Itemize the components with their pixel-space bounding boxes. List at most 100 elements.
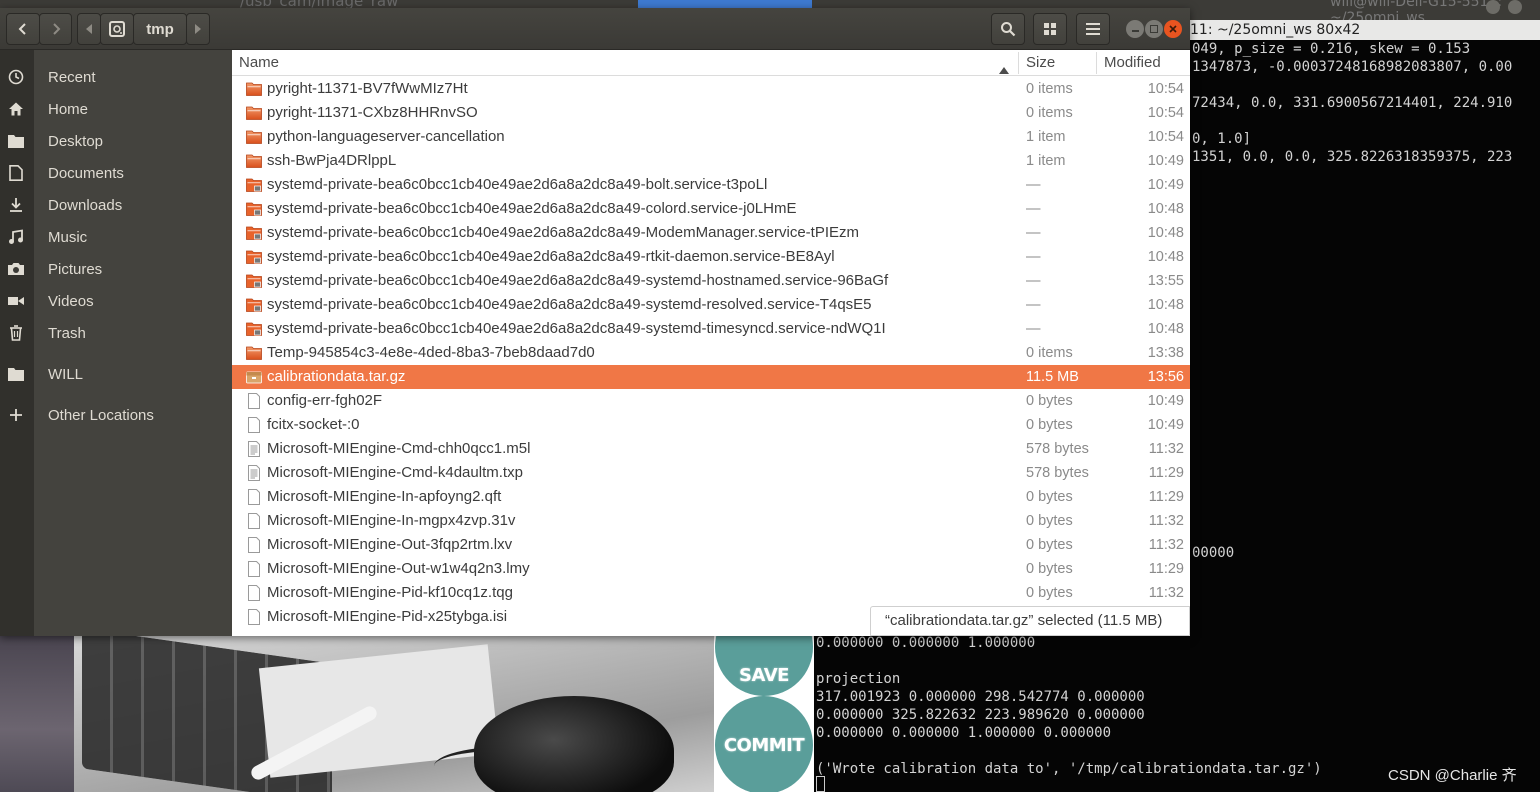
file-row[interactable]: pyright-11371-CXbz8HHRnvSO 0 items 10:54 (232, 101, 1190, 125)
file-modified: 11:29 (1148, 465, 1184, 481)
file-row[interactable]: Microsoft-MIEngine-In-mgpx4zvp.31v 0 byte… (232, 509, 1190, 533)
file-row[interactable]: pyright-11371-BV7fWwMIz7Ht 0 items 10:54 (232, 77, 1190, 101)
file-row[interactable]: systemd-private-bea6c0bcc1cb40e49ae2d6a8… (232, 269, 1190, 293)
sidebar-item-label: Home (48, 100, 89, 118)
file-modified: 10:54 (1147, 129, 1184, 145)
close-icon (1169, 23, 1177, 36)
file-row[interactable]: Microsoft-MIEngine-Out-3fqp2rtm.lxv 0 byt… (232, 533, 1190, 557)
file-row[interactable]: config-err-fgh02F 0 bytes 10:49 (232, 389, 1190, 413)
file-row[interactable]: Microsoft-MIEngine-Out-w1w4q2n3.lmy 0 byt… (232, 557, 1190, 581)
file-row[interactable]: ssh-BwPja4DRlppL 1 item 10:49 (232, 149, 1190, 173)
file-name: Microsoft-MIEngine-Pid-x25tybga.isi (267, 608, 508, 625)
folder-icon (246, 153, 262, 169)
file-modified: 11:32 (1148, 537, 1184, 553)
sidebar-item-trash[interactable]: Trash (0, 318, 232, 348)
file-row[interactable]: Temp-945854c3-4e8e-4ded-8ba3-7beb8daad7d… (232, 341, 1190, 365)
forward-button[interactable] (39, 13, 72, 45)
terminal-line: 0.000000 0.000000 1.000000 0.000000 (816, 725, 1112, 741)
file-icon (246, 513, 262, 529)
grid-icon (1044, 23, 1056, 35)
file-modified: 11:29 (1148, 561, 1184, 577)
sidebar-item-videos[interactable]: Videos (0, 286, 232, 316)
column-size-label: Size (1026, 54, 1056, 71)
file-row[interactable]: Microsoft-MIEngine-In-apfoyng2.qft 0 byte… (232, 485, 1190, 509)
back-button[interactable] (6, 13, 40, 45)
file-name: Microsoft-MIEngine-Cmd-k4daultm.txp (267, 464, 523, 481)
file-size: 578 bytes (1026, 465, 1089, 481)
sidebar-item-downloads[interactable]: Downloads (0, 190, 232, 220)
minimize-button[interactable] (1126, 20, 1144, 38)
file-row[interactable]: systemd-private-bea6c0bcc1cb40e49ae2d6a8… (232, 293, 1190, 317)
file-row[interactable]: Microsoft-MIEngine-Cmd-k4daultm.txp 578 b… (232, 461, 1190, 485)
path-scroll-right-button[interactable] (186, 13, 210, 45)
file-row-selected[interactable]: calibrationdata.tar.gz 11.5 MB 13:56 (232, 365, 1190, 389)
commit-button[interactable]: COMMIT (715, 696, 813, 792)
file-row[interactable]: python-languageserver-cancellation 1 item… (232, 125, 1190, 149)
sidebar-item-documents[interactable]: Documents (0, 158, 232, 188)
file-row[interactable]: systemd-private-bea6c0bcc1cb40e49ae2d6a8… (232, 317, 1190, 341)
folder-icon (6, 131, 26, 151)
terminal-minimize-icon[interactable] (1486, 0, 1500, 14)
text-file-icon (246, 441, 262, 457)
sidebar-item-recent[interactable]: Recent (0, 62, 232, 92)
path-root-button[interactable] (100, 13, 134, 45)
close-button[interactable] (1164, 20, 1182, 38)
locked-folder-icon (246, 297, 262, 313)
sidebar-item-label: Pictures (48, 260, 103, 278)
file-row[interactable]: systemd-private-bea6c0bcc1cb40e49ae2d6a8… (232, 245, 1190, 269)
sidebar-item-label: Downloads (48, 196, 123, 214)
file-name: systemd-private-bea6c0bcc1cb40e49ae2d6a8… (267, 248, 835, 265)
file-row[interactable]: systemd-private-bea6c0bcc1cb40e49ae2d6a8… (232, 197, 1190, 221)
sidebar-item-desktop[interactable]: Desktop (0, 126, 232, 156)
file-name: systemd-private-bea6c0bcc1cb40e49ae2d6a8… (267, 320, 886, 337)
sidebar-item-label: Music (48, 228, 88, 246)
file-row[interactable]: Microsoft-MIEngine-Cmd-chh0qcc1.m5l 578 b… (232, 437, 1190, 461)
file-name: Microsoft-MIEngine-Pid-kf10cq1z.tqg (267, 584, 513, 601)
locked-folder-icon (246, 201, 262, 217)
minimize-icon (1131, 30, 1139, 32)
locked-folder-icon (246, 225, 262, 241)
column-header-size[interactable]: Size (1019, 50, 1096, 76)
file-size: 0 bytes (1026, 537, 1073, 553)
places-sidebar: Recent Home Desktop Documents Downloads (0, 50, 232, 636)
watermark: CSDN @Charlie 齐 (1388, 767, 1517, 784)
trash-icon (6, 323, 26, 343)
locked-folder-icon (246, 321, 262, 337)
file-name: systemd-private-bea6c0bcc1cb40e49ae2d6a8… (267, 176, 768, 193)
sidebar-item-pictures[interactable]: Pictures (0, 254, 232, 284)
file-icon (246, 609, 262, 625)
plus-icon (6, 405, 26, 425)
sidebar-item-other-locations[interactable]: Other Locations (0, 400, 232, 430)
column-header-name[interactable]: Name (232, 50, 1018, 76)
grid-view-button[interactable] (1033, 13, 1067, 45)
path-scroll-left-button[interactable] (77, 13, 101, 45)
path-segment-tmp[interactable]: tmp (133, 13, 187, 45)
sidebar-item-music[interactable]: Music (0, 222, 232, 252)
file-name: systemd-private-bea6c0bcc1cb40e49ae2d6a8… (267, 200, 797, 217)
search-button[interactable] (991, 13, 1025, 45)
menu-button[interactable] (1076, 13, 1110, 45)
file-name: Microsoft-MIEngine-In-mgpx4zvp.31v (267, 512, 516, 529)
file-icon (246, 585, 262, 601)
file-size: 0 bytes (1026, 561, 1073, 577)
drive-icon (108, 20, 126, 38)
file-list[interactable]: Name Size Modified pyright-11371-BV7fWwM… (232, 50, 1190, 636)
file-modified: 11:29 (1148, 489, 1184, 505)
file-row[interactable]: systemd-private-bea6c0bcc1cb40e49ae2d6a8… (232, 173, 1190, 197)
sidebar-item-home[interactable]: Home (0, 94, 232, 124)
folder-icon (246, 345, 262, 361)
file-row[interactable]: Microsoft-MIEngine-Pid-kf10cq1z.tqg 0 byt… (232, 581, 1190, 605)
column-header-modified[interactable]: Modified (1097, 50, 1190, 76)
file-row[interactable]: systemd-private-bea6c0bcc1cb40e49ae2d6a8… (232, 221, 1190, 245)
terminal-line: 00000 (1192, 545, 1235, 561)
sidebar-item-will[interactable]: WILL (0, 359, 232, 389)
terminal-maximize-icon[interactable] (1508, 0, 1522, 14)
file-name: Temp-945854c3-4e8e-4ded-8ba3-7beb8daad7d… (267, 344, 595, 361)
download-icon (6, 195, 26, 215)
file-modified: 11:32 (1148, 441, 1184, 457)
sidebar-item-label: Trash (48, 324, 86, 342)
file-row[interactable]: fcitx-socket-:0 0 bytes 10:49 (232, 413, 1190, 437)
maximize-button[interactable] (1145, 20, 1163, 38)
terminal-line: 1347873, -0.00037248168982083807, 0.00 (1192, 59, 1513, 75)
chevron-left-icon (16, 22, 30, 36)
